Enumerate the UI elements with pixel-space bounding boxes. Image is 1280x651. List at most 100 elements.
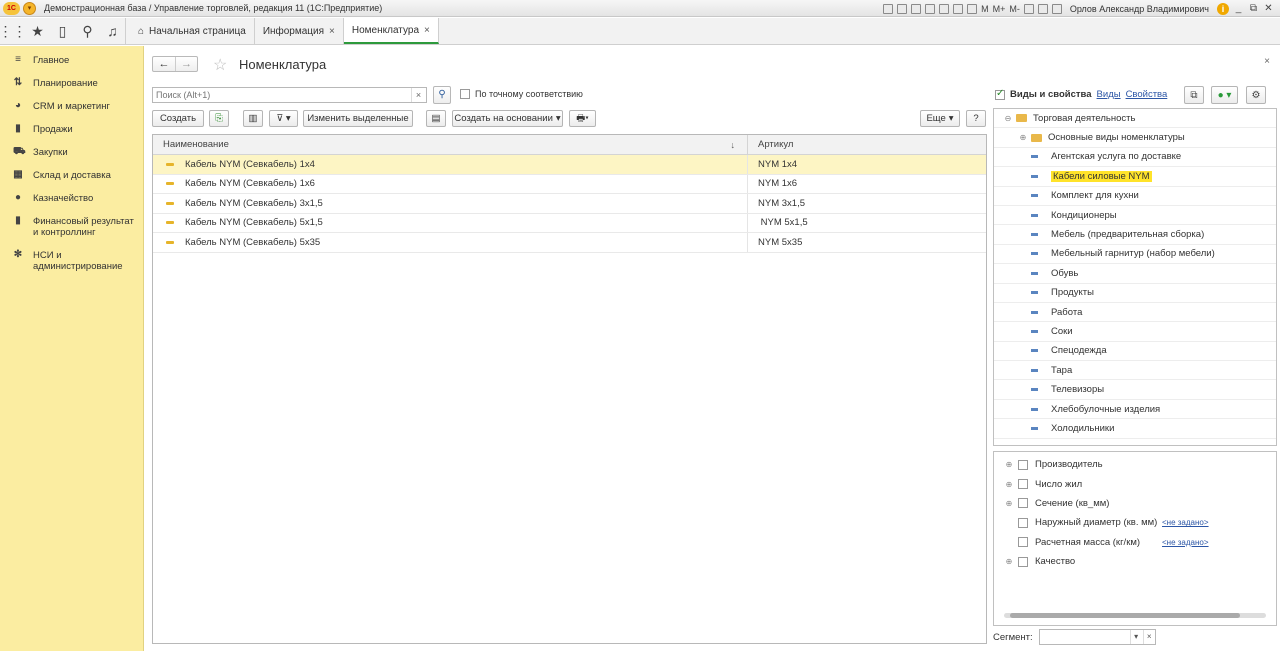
close-window-button[interactable]: ✕: [1263, 3, 1274, 14]
property-checkbox[interactable]: [1018, 517, 1028, 528]
property-row[interactable]: Расчетная масса (кг/км) <не задано>: [994, 533, 1276, 552]
zoom-icon[interactable]: [1023, 3, 1034, 14]
sidebar-item-planning[interactable]: ⇅ Планирование: [0, 78, 143, 90]
property-row[interactable]: ⊕ Сечение (кв_мм): [994, 494, 1276, 513]
mem-button[interactable]: M: [981, 4, 989, 14]
tree-item[interactable]: Продукты: [994, 284, 1276, 303]
download-icon[interactable]: [925, 3, 936, 14]
copy-button[interactable]: ⎘: [209, 110, 229, 127]
sidebar-item-main[interactable]: ≡ Главное: [0, 55, 143, 67]
tree-item[interactable]: Кондиционеры: [994, 206, 1276, 226]
more-button[interactable]: Еще ▾: [920, 110, 960, 127]
back-arrow-icon[interactable]: ←: [153, 57, 175, 71]
bell-icon[interactable]: ♫: [100, 18, 125, 44]
minimize-button[interactable]: _: [1233, 3, 1244, 14]
sidebar-item-crm[interactable]: ◕ CRM и маркетинг: [0, 101, 143, 113]
tab-nomenclature[interactable]: Номенклатура ×: [343, 18, 439, 44]
tab-home[interactable]: ⌂ Начальная страница: [125, 18, 255, 44]
tab-close-icon[interactable]: ×: [424, 25, 430, 36]
calendar-icon[interactable]: [967, 3, 978, 14]
current-user[interactable]: Орлов Александр Владимирович: [1070, 4, 1209, 14]
mem-plus-button[interactable]: M+: [993, 4, 1006, 14]
save-as-icon[interactable]: [939, 3, 950, 14]
print-button[interactable]: 🖶▾: [569, 110, 596, 127]
tab-close-icon[interactable]: ×: [329, 26, 335, 37]
property-checkbox[interactable]: [1018, 479, 1028, 490]
sidebar-item-finance[interactable]: ▮ Финансовый результат и контроллинг: [0, 216, 143, 239]
copy-panel-button[interactable]: ⧉: [1184, 86, 1204, 104]
exact-match-option[interactable]: По точному соответствию: [460, 89, 583, 99]
create-based-button[interactable]: Создать на основании ▾: [452, 110, 563, 127]
tree-item-selected[interactable]: Кабели силовые NYM: [994, 167, 1276, 187]
expand-icon[interactable]: ⊕: [1004, 557, 1014, 566]
tree-item[interactable]: Телевизоры: [994, 380, 1276, 400]
main-menu-button[interactable]: ▾: [23, 1, 36, 15]
kinds-properties-checkbox[interactable]: [995, 88, 1005, 100]
property-checkbox[interactable]: [1018, 556, 1028, 567]
tree-root[interactable]: ⊖ Торговая деятельность: [994, 109, 1276, 129]
property-row[interactable]: ⊕ Число жил: [994, 474, 1276, 493]
tree-item[interactable]: Обувь: [994, 264, 1276, 284]
tree-group[interactable]: ⊕ Основные виды номенклатуры: [994, 128, 1276, 148]
favorites-star-icon[interactable]: ★: [25, 18, 50, 44]
tree-item[interactable]: Мебельный гарнитур (набор мебели): [994, 245, 1276, 265]
sidebar-item-sales[interactable]: ▮ Продажи: [0, 124, 143, 136]
search-button[interactable]: ⚲: [433, 86, 451, 104]
calculator-icon[interactable]: [1037, 3, 1048, 14]
property-value-link[interactable]: <не задано>: [1162, 538, 1209, 547]
table-row[interactable]: Кабель NYM (Севкабель) 5x35 NYM 5x35: [153, 233, 986, 253]
table-row[interactable]: Кабель NYM (Севкабель) 3x1,5 NYM 3x1,5: [153, 194, 986, 214]
edit-selected-button[interactable]: Изменить выделенные: [303, 110, 413, 127]
panels-icon[interactable]: [1051, 3, 1062, 14]
create-button[interactable]: Создать: [152, 110, 204, 127]
column-header-sku[interactable]: Артикул: [748, 135, 793, 154]
print-icon[interactable]: [897, 3, 908, 14]
settings-button[interactable]: ⚙: [1246, 86, 1266, 104]
tree-item[interactable]: Соки: [994, 322, 1276, 342]
expand-icon[interactable]: ⊕: [1004, 499, 1014, 508]
properties-link[interactable]: Свойства: [1126, 89, 1168, 100]
tree-item[interactable]: Тара: [994, 361, 1276, 381]
column-header-name[interactable]: Наименование ↓: [153, 135, 748, 154]
report-button[interactable]: ▤: [426, 110, 446, 127]
search-input[interactable]: [152, 87, 427, 103]
tree-item[interactable]: Работа: [994, 303, 1276, 323]
kinds-properties-toggle[interactable]: Виды и свойства Виды Свойства: [995, 88, 1168, 100]
search-icon[interactable]: ⚲: [75, 18, 100, 44]
tree-item[interactable]: Спецодежда: [994, 342, 1276, 362]
spreadsheet-icon[interactable]: [953, 3, 964, 14]
sidebar-item-purchases[interactable]: ⛟ Закупки: [0, 147, 143, 159]
property-checkbox[interactable]: [1018, 459, 1028, 470]
tree-item[interactable]: Мебель (предварительная сборка): [994, 225, 1276, 245]
search-clear-icon[interactable]: ×: [411, 88, 425, 102]
tree-item[interactable]: Холодильники: [994, 419, 1276, 439]
help-button[interactable]: ?: [966, 110, 986, 127]
property-row[interactable]: ⊕ Качество: [994, 552, 1276, 571]
tree-item[interactable]: Агентская услуга по доставке: [994, 148, 1276, 168]
history-icon[interactable]: ▯: [50, 18, 75, 44]
favorite-star-icon[interactable]: ☆: [213, 55, 227, 75]
close-form-icon[interactable]: ×: [1264, 56, 1270, 67]
forward-arrow-icon[interactable]: →: [175, 57, 197, 71]
property-value-link[interactable]: <не задано>: [1162, 518, 1209, 527]
property-row[interactable]: Наружный диаметр (кв. мм) <не задано>: [994, 513, 1276, 532]
tab-info[interactable]: Информация ×: [255, 18, 344, 44]
property-checkbox[interactable]: [1018, 537, 1028, 548]
filter-button[interactable]: ⊽ ▾: [269, 110, 298, 127]
save-icon[interactable]: [883, 3, 894, 14]
restore-button[interactable]: ⧉: [1248, 3, 1259, 14]
table-row[interactable]: Кабель NYM (Севкабель) 5x1,5 NYM 5x1,5: [153, 213, 986, 233]
barcode-button[interactable]: ▥: [243, 110, 263, 127]
sidebar-item-warehouse[interactable]: ▦ Склад и доставка: [0, 170, 143, 182]
segment-input[interactable]: ▾ ×: [1038, 629, 1156, 645]
add-button[interactable]: ● ▾: [1211, 86, 1238, 104]
horizontal-scrollbar[interactable]: [1004, 613, 1266, 618]
apps-grid-icon[interactable]: ⋮⋮: [0, 18, 27, 44]
property-row[interactable]: ⊕ Производитель: [994, 455, 1276, 474]
mem-minus-button[interactable]: M-: [1009, 4, 1020, 14]
kinds-link[interactable]: Виды: [1097, 89, 1121, 100]
tree-item[interactable]: Хлебобулочные изделия: [994, 400, 1276, 420]
clear-icon[interactable]: ×: [1142, 630, 1155, 644]
table-row[interactable]: Кабель NYM (Севкабель) 1x6 NYM 1x6: [153, 174, 986, 194]
collapse-icon[interactable]: ⊖: [1004, 114, 1012, 123]
